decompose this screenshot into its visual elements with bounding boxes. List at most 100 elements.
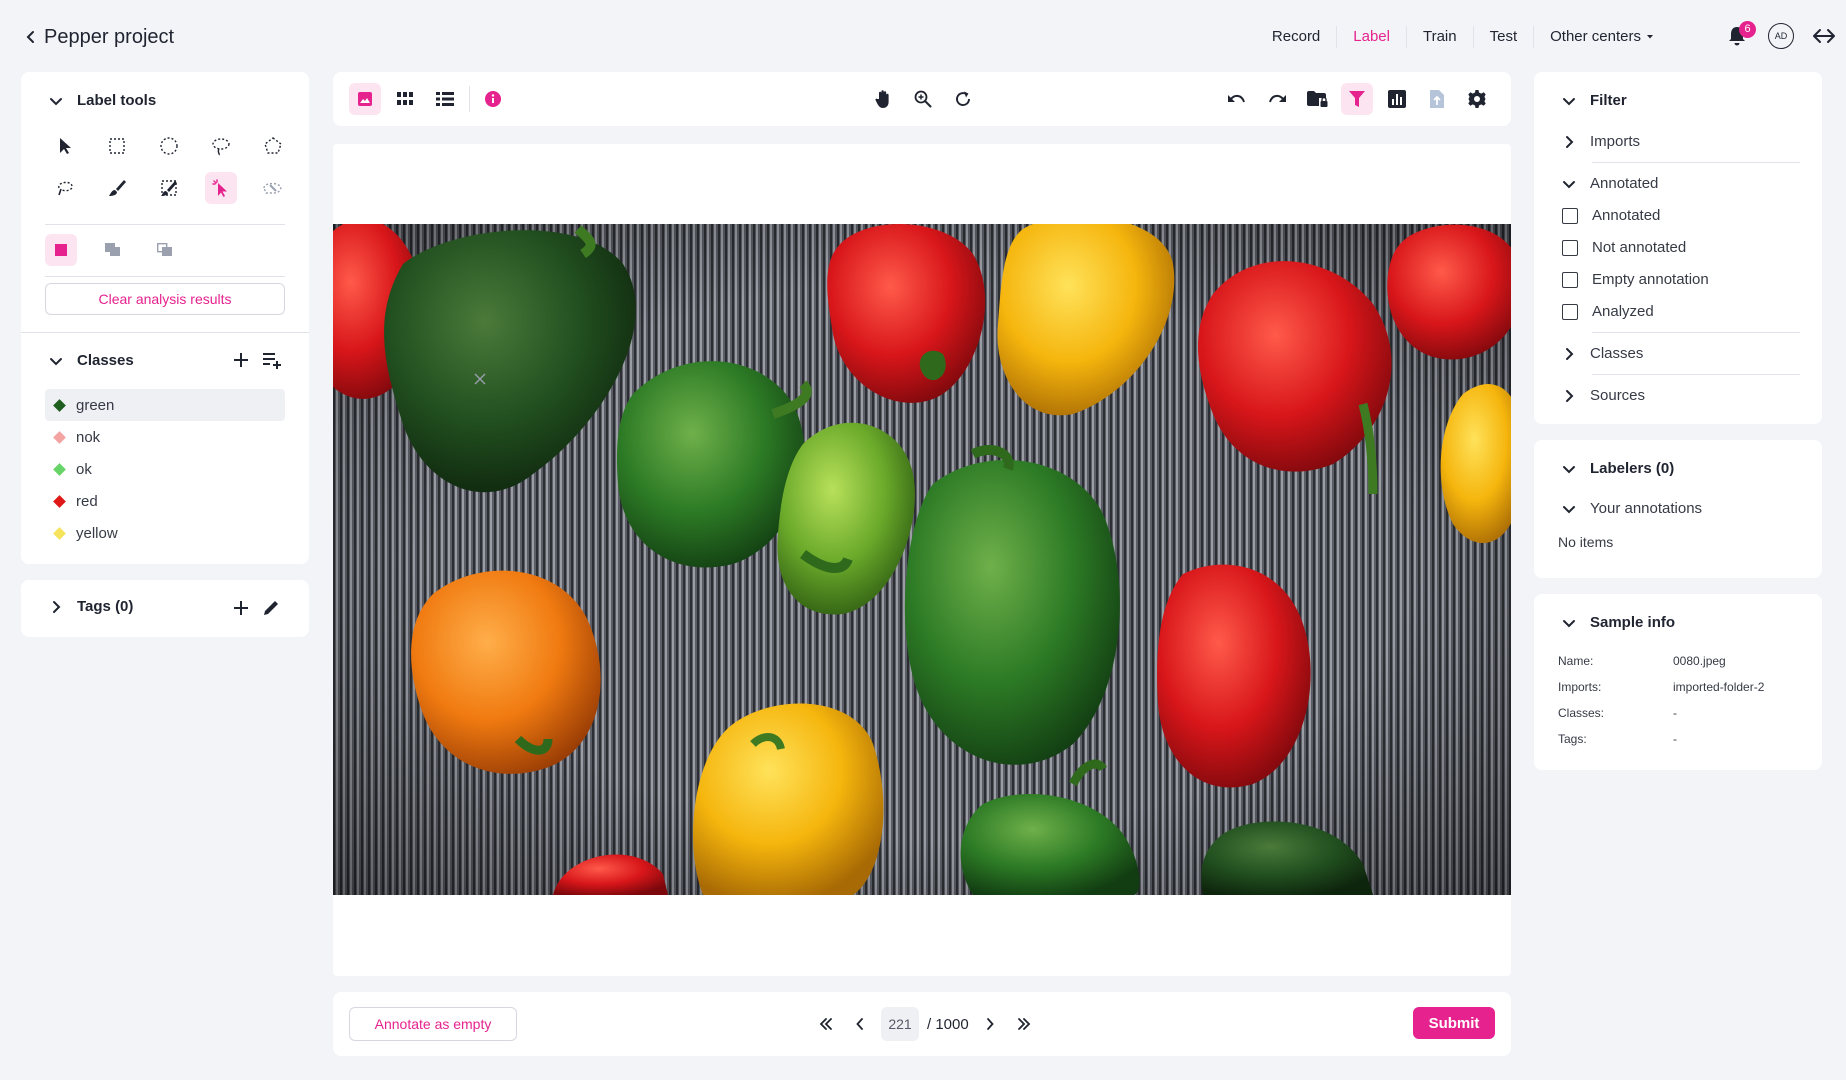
tags-title: Tags (0) <box>77 598 134 615</box>
previous-page-button[interactable] <box>847 1011 873 1037</box>
nav-label[interactable]: Label <box>1337 26 1406 48</box>
filter-option-empty-annotation[interactable]: Empty annotation <box>1562 271 1709 288</box>
checkbox[interactable] <box>1562 239 1578 256</box>
your-annotations-group[interactable]: Your annotations <box>1562 500 1702 517</box>
subtract-squares-icon <box>157 243 173 257</box>
add-class-list-button[interactable] <box>261 350 283 370</box>
filter-header[interactable]: Filter <box>1562 92 1627 109</box>
page-number-input[interactable] <box>881 1007 919 1041</box>
back-button[interactable]: Pepper project <box>26 22 174 52</box>
dashed-circle-icon <box>159 136 179 156</box>
label-tools-title: Label tools <box>77 92 157 109</box>
statistics-button[interactable] <box>1381 83 1413 115</box>
checkbox[interactable] <box>1562 303 1578 320</box>
filter-sources-label: Sources <box>1590 387 1646 404</box>
eraser-tool[interactable] <box>153 172 185 204</box>
first-page-button[interactable] <box>813 1011 839 1037</box>
settings-button[interactable] <box>1461 83 1493 115</box>
brush-tool[interactable] <box>101 172 133 204</box>
sample-info-row: Tags: - <box>1558 726 1808 752</box>
info-button[interactable] <box>477 83 509 115</box>
sample-info-title: Sample info <box>1590 614 1676 631</box>
classes-header[interactable]: Classes <box>49 352 134 369</box>
class-item-yellow[interactable]: yellow <box>45 517 285 549</box>
redo-button[interactable] <box>1261 83 1293 115</box>
freehand-lasso-tool[interactable] <box>49 172 81 204</box>
select-arrow-tool[interactable] <box>49 130 81 162</box>
class-item-red[interactable]: red <box>45 485 285 517</box>
tools-divider <box>45 224 285 225</box>
mode-fill-button[interactable] <box>45 234 77 266</box>
image-view-button[interactable] <box>349 83 381 115</box>
last-page-button[interactable] <box>1011 1011 1037 1037</box>
zoom-button[interactable] <box>907 83 939 115</box>
info-value: - <box>1673 732 1677 746</box>
your-annotations-label: Your annotations <box>1590 500 1703 517</box>
reset-view-button[interactable] <box>947 83 979 115</box>
checkbox[interactable] <box>1562 271 1578 288</box>
magic-wand-tool[interactable] <box>257 172 289 204</box>
ellipse-tool[interactable] <box>153 130 185 162</box>
chevron-down-icon <box>49 94 63 108</box>
filter-sources[interactable]: Sources <box>1562 387 1645 404</box>
info-key: Classes: <box>1558 706 1605 720</box>
lasso-tool[interactable] <box>205 130 237 162</box>
filter-divider <box>1592 162 1800 163</box>
chevron-right-icon <box>1562 347 1576 361</box>
filter-button[interactable] <box>1341 83 1373 115</box>
filter-classes[interactable]: Classes <box>1562 345 1643 362</box>
plus-icon <box>231 598 251 618</box>
folder-lock-button[interactable] <box>1301 83 1333 115</box>
add-tag-button[interactable] <box>231 598 251 618</box>
next-page-button[interactable] <box>977 1011 1003 1037</box>
class-item-green[interactable]: green <box>45 389 285 421</box>
checkbox[interactable] <box>1562 207 1578 224</box>
expand-collapse-button[interactable] <box>1812 27 1836 45</box>
mode-union-button[interactable] <box>97 234 129 266</box>
class-item-ok[interactable]: ok <box>45 453 285 485</box>
filter-option-analyzed[interactable]: Analyzed <box>1562 303 1654 320</box>
list-view-button[interactable] <box>429 83 461 115</box>
brush-icon <box>107 178 127 198</box>
class-label: green <box>76 396 115 414</box>
sample-info-header[interactable]: Sample info <box>1562 614 1675 631</box>
filter-option-not-annotated[interactable]: Not annotated <box>1562 239 1686 256</box>
grid-view-button[interactable] <box>389 83 421 115</box>
mode-subtract-button[interactable] <box>149 234 181 266</box>
avatar[interactable]: AD <box>1768 23 1794 49</box>
tags-header[interactable]: Tags (0) <box>49 598 133 615</box>
filter-option-annotated[interactable]: Annotated <box>1562 207 1660 224</box>
labelers-title: Labelers (0) <box>1590 460 1675 477</box>
edit-tags-button[interactable] <box>261 598 281 618</box>
annotate-as-empty-button[interactable]: Annotate as empty <box>349 1007 517 1041</box>
clear-analysis-results-button[interactable]: Clear analysis results <box>45 283 285 315</box>
class-color-swatch <box>53 494 66 508</box>
project-title: Pepper project <box>44 25 175 48</box>
info-value: - <box>1673 706 1677 720</box>
add-class-button[interactable] <box>231 350 251 370</box>
nav-record[interactable]: Record <box>1256 26 1336 48</box>
submit-button[interactable]: Submit <box>1413 1007 1495 1039</box>
polygon-tool[interactable] <box>257 130 289 162</box>
undo-button[interactable] <box>1221 83 1253 115</box>
nav-other-centers-dropdown[interactable]: Other centers <box>1534 26 1670 48</box>
nav-train[interactable]: Train <box>1407 26 1473 48</box>
label-tools-header[interactable]: Label tools <box>49 92 156 109</box>
rectangle-tool[interactable] <box>101 130 133 162</box>
filter-annotated-label: Annotated <box>1590 175 1659 192</box>
labelers-header[interactable]: Labelers (0) <box>1562 460 1674 477</box>
sample-image[interactable] <box>333 224 1511 895</box>
plus-icon <box>231 350 251 370</box>
annotation-canvas[interactable] <box>333 144 1511 976</box>
caret-down-icon <box>1646 34 1654 40</box>
hand-icon <box>874 89 892 109</box>
filter-imports[interactable]: Imports <box>1562 133 1640 150</box>
filter-annotated-group[interactable]: Annotated <box>1562 175 1658 192</box>
class-item-nok[interactable]: nok <box>45 421 285 453</box>
notifications-button[interactable]: 6 <box>1724 21 1756 51</box>
nav-test[interactable]: Test <box>1474 26 1534 48</box>
export-button[interactable] <box>1421 83 1453 115</box>
smart-select-tool[interactable] <box>205 172 237 204</box>
sample-info-row: Name: 0080.jpeg <box>1558 648 1808 674</box>
pan-button[interactable] <box>867 83 899 115</box>
